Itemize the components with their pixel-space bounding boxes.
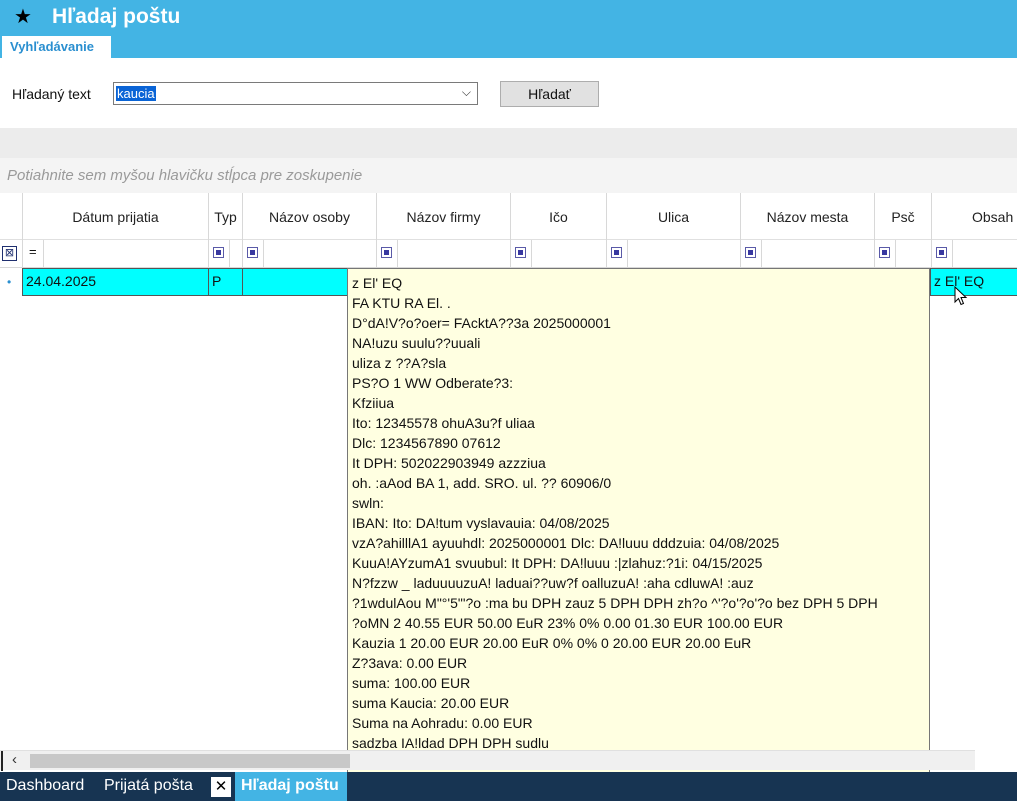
filter-corner[interactable]: ⊠ <box>0 240 22 268</box>
filter-separator <box>627 240 628 268</box>
tooltip-line: D°dA!V?o?oer= FAcktA??3a 2025000001 <box>352 315 611 331</box>
tooltip-line: swln: <box>352 495 384 511</box>
search-input-value[interactable]: kaucia <box>116 86 156 101</box>
tooltip-line: vzA?ahilllA1 ayuuhdl: 2025000001 Dlc: DA… <box>352 535 780 551</box>
filter-operator-icon[interactable] <box>936 247 947 258</box>
filter-ico[interactable] <box>510 240 606 268</box>
filter-typ[interactable] <box>208 240 242 268</box>
column-header-nazov-osoby[interactable]: Názov osoby <box>242 193 376 240</box>
search-label: Hľadaný text <box>12 86 91 102</box>
tooltip-line: Kauzia 1 20.00 EUR 20.00 EuR 0% 0% 0 20.… <box>352 635 752 651</box>
tooltip-line: Dlc: 1234567890 07612 <box>352 435 501 451</box>
tooltip-line: ?oMN 2 40.55 EUR 50.00 EuR 23% 0% 0.00 0… <box>352 615 784 631</box>
filter-separator <box>397 240 398 268</box>
tab-strip: Vyhľadávanie <box>0 36 1017 58</box>
tooltip-line: oh. :aAod BA 1, add. SRO. ul. ?? 60906/0 <box>352 475 612 491</box>
tooltip-line: N?fzzw _ laduuuuzuA! laduai??uw?f oalluz… <box>352 575 754 591</box>
filter-separator <box>229 240 230 268</box>
tooltip-line: NA!uzu suulu??uuali <box>352 335 481 351</box>
taskbar-item-hladaj-postu[interactable]: Hľadaj poštu <box>235 772 347 801</box>
scrollbar-thumb[interactable] <box>30 754 350 768</box>
tooltip-line: Kfziiua <box>352 395 395 411</box>
column-header-ulica[interactable]: Ulica <box>606 193 740 240</box>
filter-separator <box>43 240 44 268</box>
tooltip-line: ?1wdulAou M"°'5"'?o :ma bu DPH zauz 5 DP… <box>352 595 878 611</box>
tooltip-line: Suma na Aohradu: 0.00 EUR <box>352 715 533 731</box>
cell-datum[interactable]: 24.04.2025 <box>22 268 209 296</box>
column-header-nazov-firmy[interactable]: Názov firmy <box>376 193 510 240</box>
tooltip-line: suma: 100.00 EUR <box>352 675 471 691</box>
column-header-ico[interactable]: Ičo <box>510 193 606 240</box>
search-button[interactable]: Hľadať <box>500 81 599 107</box>
filter-operator-icon[interactable] <box>213 247 224 258</box>
tooltip-line: Z?3ava: 0.00 EUR <box>352 655 468 671</box>
row-indicator-icon: • <box>7 275 12 289</box>
header-indicator-cell <box>0 193 22 240</box>
tooltip-line: IBAN: Ito: DA!tum vyslavauia: 04/08/2025 <box>352 515 610 531</box>
filter-datum[interactable]: = <box>22 240 208 268</box>
column-header-psc[interactable]: Psč <box>874 193 931 240</box>
filter-obsah[interactable] <box>931 240 1017 268</box>
filter-psc[interactable] <box>874 240 931 268</box>
filter-separator <box>895 240 896 268</box>
tooltip-line: suma Kaucia: 20.00 EUR <box>352 695 510 711</box>
window-title: Hľadaj poštu <box>52 5 181 28</box>
cell-obsah[interactable]: z El' EQ <box>930 268 1017 296</box>
tooltip-line: uliza z ??A?sla <box>352 355 447 371</box>
tooltip-line: z El' EQ <box>352 275 403 291</box>
filter-operator-icon[interactable] <box>879 247 890 258</box>
clear-filter-icon[interactable]: ⊠ <box>2 246 17 261</box>
chevron-down-icon[interactable]: ⌵ <box>462 85 471 100</box>
taskbar-item-prijata-posta[interactable]: Prijatá pošta <box>104 772 193 801</box>
content-tooltip: z El' EQ FA KTU RA El. . D°dA!V?o?oer= FAc… <box>347 268 930 801</box>
taskbar: Dashboard Prijatá pošta ✕ Hľadaj poštu <box>0 772 1017 801</box>
group-hint: Potiahnite sem myšou hlavičku stĺpca pre… <box>7 167 363 184</box>
filter-operator-icon[interactable] <box>611 247 622 258</box>
group-by-panel[interactable]: Potiahnite sem myšou hlavičku stĺpca pre… <box>0 158 1017 193</box>
horizontal-scrollbar[interactable]: ‹ <box>0 750 975 771</box>
filter-operator-icon[interactable] <box>515 247 526 258</box>
scroll-left-icon[interactable]: ‹ <box>12 751 17 768</box>
filter-separator <box>263 240 264 268</box>
filter-operator-icon[interactable] <box>247 247 258 258</box>
filter-row: ⊠ = <box>0 240 1017 268</box>
column-header-nazov-mesta[interactable]: Názov mesta <box>740 193 874 240</box>
spacer-band <box>0 128 1017 158</box>
filter-operator-icon[interactable] <box>381 247 392 258</box>
column-header-obsah[interactable]: Obsah <box>931 193 1017 240</box>
taskbar-item-dashboard[interactable]: Dashboard <box>6 772 84 801</box>
close-icon[interactable]: ✕ <box>211 777 231 797</box>
column-header-typ[interactable]: Typ <box>208 193 242 240</box>
search-input[interactable]: kaucia ⌵ <box>113 82 478 105</box>
filter-nazov-osoby[interactable] <box>242 240 376 268</box>
mouse-cursor-icon <box>954 286 968 306</box>
cell-nazov-osoby[interactable] <box>242 268 348 296</box>
tooltip-line: KuuA!AYzumA1 svuubul: It DPH: DA!luuu :|… <box>352 555 763 571</box>
filter-separator <box>531 240 532 268</box>
column-header-datum[interactable]: Dátum prijatia <box>22 193 208 240</box>
star-icon[interactable]: ★ <box>14 4 32 29</box>
filter-nazov-mesta[interactable] <box>740 240 874 268</box>
title-bar: ★ Hľadaj poštu <box>0 0 1017 36</box>
filter-separator <box>952 240 953 268</box>
tooltip-line: Ito: 12345578 ohuA3u?f uliaa <box>352 415 535 431</box>
tooltip-line: It DPH: 502022903949 azzziua <box>352 455 546 471</box>
filter-operator-icon[interactable] <box>745 247 756 258</box>
filter-separator <box>761 240 762 268</box>
tab-vyhladavanie[interactable]: Vyhľadávanie <box>2 36 111 58</box>
column-header-row: Dátum prijatia Typ Názov osoby Názov fir… <box>0 193 1017 240</box>
filter-ulica[interactable] <box>606 240 740 268</box>
cell-typ[interactable]: P <box>208 268 243 296</box>
filter-nazov-firmy[interactable] <box>376 240 510 268</box>
scrollbar-edge <box>0 751 3 771</box>
tooltip-line: PS?O 1 WW Odberate?3: <box>352 375 514 391</box>
filter-operator[interactable]: = <box>29 244 37 259</box>
tooltip-line: FA KTU RA El. . <box>352 295 451 311</box>
